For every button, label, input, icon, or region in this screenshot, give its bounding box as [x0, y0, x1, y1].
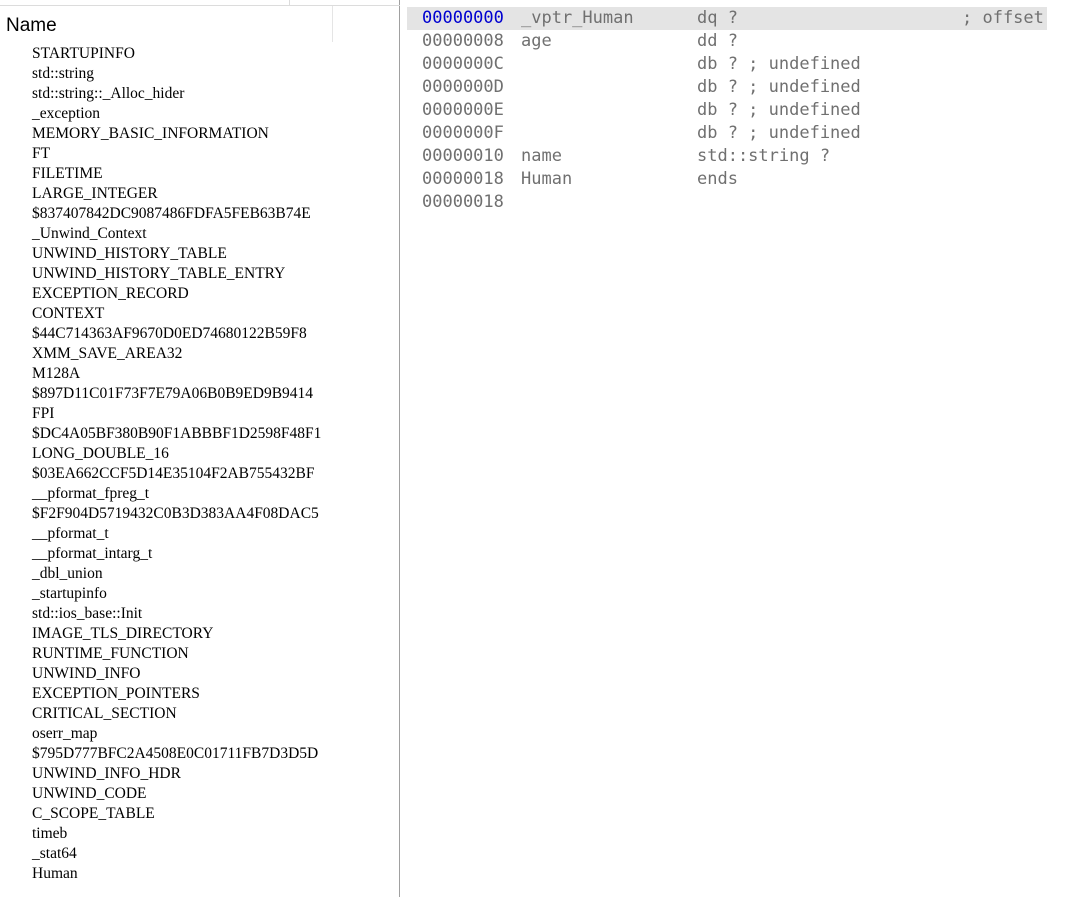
- struct-line[interactable]: 00000018 Human ends: [407, 168, 874, 191]
- struct-line[interactable]: 00000010 name std::string ?: [407, 145, 874, 168]
- list-item[interactable]: $795D777BFC2A4508E0C01711FB7D3D5D: [0, 744, 398, 764]
- line-member-type: db ? ; undefined: [697, 77, 861, 97]
- line-address: 0000000D: [422, 77, 504, 97]
- list-item[interactable]: std::string::_Alloc_hider: [0, 84, 398, 104]
- line-address: 00000008: [422, 31, 504, 51]
- list-item[interactable]: EXCEPTION_RECORD: [0, 284, 398, 304]
- line-address: 00000000: [422, 8, 504, 28]
- line-member-type: dd ?: [697, 31, 738, 51]
- list-item[interactable]: UNWIND_CODE: [0, 784, 398, 804]
- line-address: 00000018: [422, 169, 504, 189]
- line-address: 00000018: [422, 192, 504, 212]
- list-item[interactable]: _startupinfo: [0, 584, 398, 604]
- line-member-type: db ? ; undefined: [697, 123, 861, 143]
- list-item[interactable]: CRITICAL_SECTION: [0, 704, 398, 724]
- list-item[interactable]: CONTEXT: [0, 304, 398, 324]
- list-item[interactable]: UNWIND_HISTORY_TABLE: [0, 244, 398, 264]
- list-item[interactable]: LARGE_INTEGER: [0, 184, 398, 204]
- list-item[interactable]: LONG_DOUBLE_16: [0, 444, 398, 464]
- list-item[interactable]: _exception: [0, 104, 398, 124]
- list-item[interactable]: __pformat_t: [0, 524, 398, 544]
- line-member-name: age: [521, 31, 552, 51]
- line-address: 0000000C: [422, 54, 504, 74]
- struct-line[interactable]: 00000018: [407, 191, 874, 214]
- line-member-name: name: [521, 146, 562, 166]
- line-member-type: db ? ; undefined: [697, 54, 861, 74]
- list-item[interactable]: UNWIND_INFO_HDR: [0, 764, 398, 784]
- line-address: 00000010: [422, 146, 504, 166]
- list-item[interactable]: timeb: [0, 824, 398, 844]
- list-item[interactable]: IMAGE_TLS_DIRECTORY: [0, 624, 398, 644]
- name-column-header-label: Name: [6, 15, 57, 36]
- line-member-type: dq ?: [697, 8, 738, 28]
- line-comment: ; offset: [962, 8, 1044, 28]
- list-item[interactable]: $837407842DC9087486FDFA5FEB63B74E: [0, 204, 398, 224]
- line-member-name: _vptr_Human: [521, 8, 634, 28]
- list-item[interactable]: $DC4A05BF380B90F1ABBBF1D2598F48F1: [0, 424, 398, 444]
- list-item[interactable]: UNWIND_INFO: [0, 664, 398, 684]
- list-item[interactable]: _stat64: [0, 844, 398, 864]
- line-address: 0000000E: [422, 100, 504, 120]
- list-item[interactable]: RUNTIME_FUNCTION: [0, 644, 398, 664]
- list-item[interactable]: $03EA662CCF5D14E35104F2AB755432BF: [0, 464, 398, 484]
- list-item[interactable]: FT: [0, 144, 398, 164]
- list-item[interactable]: _Unwind_Context: [0, 224, 398, 244]
- list-item[interactable]: MEMORY_BASIC_INFORMATION: [0, 124, 398, 144]
- struct-line[interactable]: 0000000F db ? ; undefined: [407, 122, 874, 145]
- list-item[interactable]: FILETIME: [0, 164, 398, 184]
- list-item[interactable]: __pformat_fpreg_t: [0, 484, 398, 504]
- list-item[interactable]: _dbl_union: [0, 564, 398, 584]
- line-member-name: Human: [521, 169, 573, 189]
- line-member-type: db ? ; undefined: [697, 100, 861, 120]
- line-member-type: std::string ?: [697, 146, 831, 166]
- list-item[interactable]: STARTUPINFO: [0, 44, 398, 64]
- structures-list-pane: Name STARTUPINFO std::string std::string::…: [0, 0, 400, 897]
- list-item[interactable]: oserr_map: [0, 724, 398, 744]
- struct-line[interactable]: 0000000D db ? ; undefined: [407, 76, 874, 99]
- list-item[interactable]: C_SCOPE_TABLE: [0, 804, 398, 824]
- list-item[interactable]: Human: [0, 864, 398, 884]
- struct-line[interactable]: 0000000C db ? ; undefined: [407, 53, 874, 76]
- list-item[interactable]: std::ios_base::Init: [0, 604, 398, 624]
- structure-name-list: STARTUPINFO std::string std::string::_Allo…: [0, 44, 398, 884]
- struct-line[interactable]: 00000008 age dd ?: [407, 30, 874, 53]
- list-item[interactable]: __pformat_intarg_t: [0, 544, 398, 564]
- list-item[interactable]: FPI: [0, 404, 398, 424]
- list-item[interactable]: $44C714363AF9670D0ED74680122B59F8: [0, 324, 398, 344]
- list-item[interactable]: UNWIND_HISTORY_TABLE_ENTRY: [0, 264, 398, 284]
- list-item[interactable]: $897D11C01F73F7E79A06B0B9ED9B9414: [0, 384, 398, 404]
- line-address: 0000000F: [422, 123, 504, 143]
- line-member-type: ends: [697, 169, 738, 189]
- struct-line[interactable]: 0000000E db ? ; undefined: [407, 99, 874, 122]
- name-column-header[interactable]: Name: [0, 6, 333, 42]
- list-item[interactable]: $F2F904D5719432C0B3D383AA4F08DAC5: [0, 504, 398, 524]
- list-item[interactable]: EXCEPTION_POINTERS: [0, 684, 398, 704]
- structure-definition-view[interactable]: 00000000 _vptr_Human dq ? ; offset 00000008 a…: [407, 0, 1074, 897]
- list-item[interactable]: M128A: [0, 364, 398, 384]
- structures-window: Name STARTUPINFO std::string std::string::…: [0, 0, 1074, 897]
- list-item[interactable]: XMM_SAVE_AREA32: [0, 344, 398, 364]
- struct-line[interactable]: 00000000 _vptr_Human dq ? ; offset: [407, 7, 1047, 30]
- list-item[interactable]: std::string: [0, 64, 398, 84]
